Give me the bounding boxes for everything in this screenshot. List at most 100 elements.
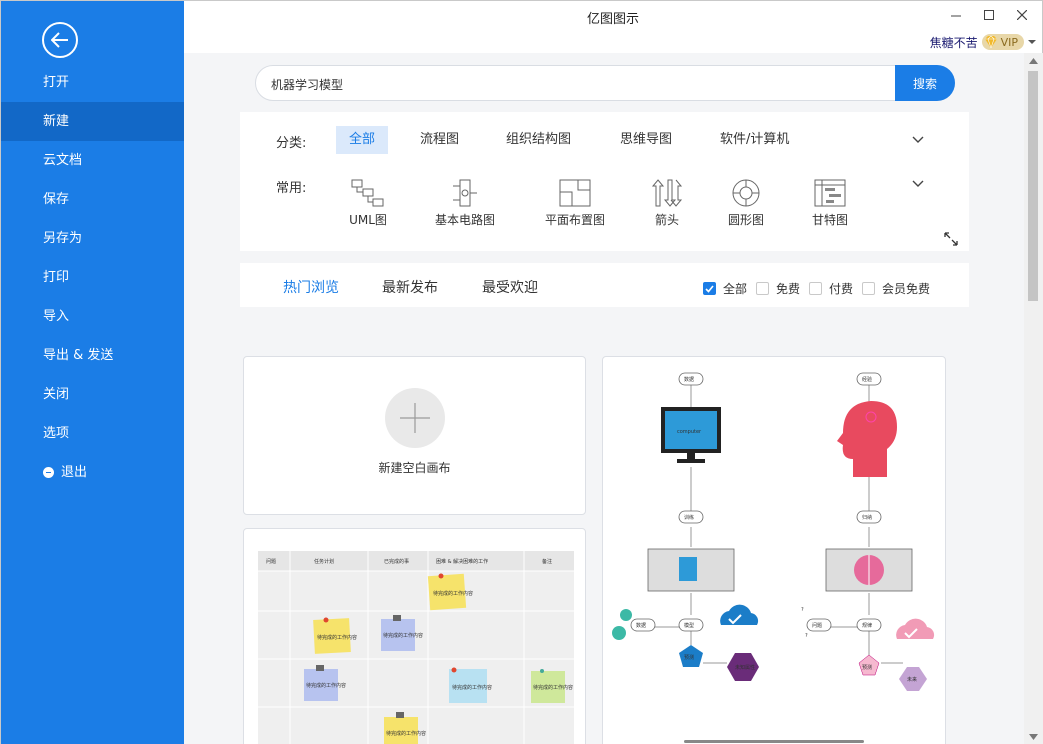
kanban-header: 已完成的事: [384, 558, 409, 565]
sort-tab[interactable]: 最受欢迎: [482, 277, 538, 297]
template-label: UML图: [349, 213, 387, 227]
sidebar-item-label: 打印: [43, 270, 70, 285]
kanban-header: 任务计划: [314, 558, 334, 565]
filter-checkbox[interactable]: 付费: [809, 280, 853, 297]
template-circuit[interactable]: 基本电路图: [420, 178, 510, 228]
new-blank-card[interactable]: 新建空白画布: [243, 356, 586, 515]
svg-text:待完成的工作内容: 待完成的工作内容: [306, 682, 346, 689]
sidebar-item[interactable]: 导入: [1, 297, 184, 336]
checkbox-icon[interactable]: [703, 282, 716, 295]
vip-badge[interactable]: VIP: [981, 34, 1024, 50]
back-button[interactable]: [42, 22, 78, 58]
sidebar-item[interactable]: 新建: [1, 102, 184, 141]
add-button[interactable]: [385, 388, 445, 448]
scrollbar-thumb[interactable]: [1028, 71, 1038, 301]
template-label: 圆形图: [727, 213, 764, 227]
kanban-header: 问题: [266, 558, 276, 565]
expand-icon[interactable]: [943, 231, 959, 247]
svg-text:待完成的工作内容: 待完成的工作内容: [533, 684, 573, 691]
search-input[interactable]: 机器学习模型: [271, 76, 343, 93]
sort-tab[interactable]: 热门浏览: [283, 277, 339, 297]
horizontal-scrollbar[interactable]: [684, 740, 864, 743]
template-circle[interactable]: 圆形图: [701, 178, 791, 228]
ml-left-column: 数据 computer 训练 数据 模型 预测 未知属性: [612, 372, 759, 681]
template-gantt[interactable]: 甘特图: [785, 178, 875, 228]
template-uml[interactable]: UML图: [323, 178, 413, 228]
svg-text:?: ?: [801, 607, 804, 613]
sidebar-item[interactable]: 保存: [1, 180, 184, 219]
chevron-down-icon[interactable]: [911, 177, 925, 191]
close-button[interactable]: [1012, 6, 1032, 24]
circle-diagram-icon: [732, 179, 760, 207]
chevron-down-icon[interactable]: [911, 133, 925, 147]
template-label: 基本电路图: [434, 213, 495, 227]
svg-text:待完成的工作内容: 待完成的工作内容: [383, 632, 423, 639]
category-item[interactable]: 流程图: [407, 126, 472, 154]
category-item[interactable]: 组织结构图: [493, 126, 584, 154]
maximize-button[interactable]: [979, 6, 999, 24]
template-card-kanban[interactable]: 问题 任务计划 已完成的事 困难 & 解决困难的工作 备注 待完成的工作内容 待…: [243, 528, 586, 744]
sidebar-item[interactable]: 云文档: [1, 141, 184, 180]
checkbox-icon[interactable]: [756, 282, 769, 295]
plus-icon: [400, 403, 430, 433]
search-bar[interactable]: 机器学习模型 搜索: [255, 65, 955, 101]
template-card-ml-model[interactable]: 数据 computer 训练 数据 模型 预测 未知属性 经验 归纳 ? ? 问…: [602, 356, 946, 744]
filter-label: 会员免费: [882, 282, 931, 296]
sidebar-item-label: 打开: [43, 75, 70, 90]
sidebar-item[interactable]: 关闭: [1, 375, 184, 414]
sidebar-item[interactable]: 退出: [1, 453, 184, 492]
vertical-scrollbar[interactable]: [1024, 53, 1043, 744]
sidebar-item[interactable]: 另存为: [1, 219, 184, 258]
sidebar-item-label: 退出: [61, 465, 88, 480]
checkbox-icon[interactable]: [862, 282, 875, 295]
sidebar-item[interactable]: 导出 & 发送: [1, 336, 184, 375]
category-item[interactable]: 思维导图: [607, 126, 685, 154]
filter-label: 免费: [776, 282, 801, 296]
maximize-icon: [984, 10, 994, 20]
sidebar-item[interactable]: 选项: [1, 414, 184, 453]
svg-text:预测: 预测: [862, 664, 872, 671]
exit-icon: [43, 467, 54, 478]
app-window: 打开 新建 云文档 保存 另存为 打印 导入 导出 & 发送 关闭 选项 退出 亿图图示 焦糖不苦 …: [0, 0, 1043, 744]
user-name[interactable]: 焦糖不苦: [930, 34, 978, 51]
filter-checkbox[interactable]: 免费: [756, 280, 800, 297]
filter-checkbox[interactable]: 全部: [703, 280, 747, 297]
ml-model-thumbnail: 数据 computer 训练 数据 模型 预测 未知属性 经验 归纳 ? ? 问…: [612, 372, 935, 691]
svg-text:待完成的工作内容: 待完成的工作内容: [433, 590, 473, 597]
search-button[interactable]: 搜索: [895, 65, 955, 101]
sidebar-item-label: 选项: [43, 426, 70, 441]
main-content: 机器学习模型 搜索 分类: 全部 流程图 组织结构图 思维导图 软件/计算机 常用: U…: [184, 53, 1024, 744]
scroll-up-icon[interactable]: [1029, 58, 1038, 64]
title-bar: 亿图图示: [184, 1, 1042, 31]
template-arrow[interactable]: 箭头: [622, 178, 712, 228]
circuit-icon: [453, 179, 477, 207]
sidebar-item[interactable]: 打开: [1, 63, 184, 102]
svg-text:待完成的工作内容: 待完成的工作内容: [386, 730, 426, 737]
category-item[interactable]: 全部: [336, 126, 389, 154]
checkbox-icon[interactable]: [809, 282, 822, 295]
svg-text:归纳: 归纳: [862, 514, 872, 521]
file-sidebar: 打开新建 云文档 保存 另存为打印导入导出 & 发送关闭选项退出: [1, 1, 184, 744]
svg-text:?: ?: [805, 633, 808, 639]
minimize-button[interactable]: [946, 6, 966, 24]
svg-text:数据: 数据: [636, 622, 646, 629]
floorplan-icon: [559, 179, 591, 207]
sidebar-menu: 打开新建 云文档 保存 另存为打印导入导出 & 发送关闭选项退出: [1, 63, 184, 492]
close-icon: [1017, 10, 1027, 20]
template-label: 平面布置图: [544, 213, 605, 227]
sidebar-item[interactable]: 打印: [1, 258, 184, 297]
uml-icon: [351, 179, 384, 207]
svg-text:未知属性: 未知属性: [735, 664, 755, 671]
svg-text:computer: computer: [677, 429, 702, 435]
svg-text:模型: 模型: [684, 622, 694, 629]
category-item[interactable]: 软件/计算机: [707, 126, 802, 154]
dropdown-arrow-icon[interactable]: [1028, 39, 1036, 45]
filter-label: 付费: [829, 282, 854, 296]
sort-tab[interactable]: 最新发布: [382, 277, 438, 297]
sidebar-item-label: 导出 & 发送: [43, 348, 114, 363]
template-floorplan[interactable]: 平面布置图: [530, 178, 620, 228]
arrow-shapes-icon: [651, 179, 683, 207]
filter-checkbox[interactable]: 会员免费: [862, 280, 930, 297]
scroll-down-icon[interactable]: [1029, 734, 1038, 740]
svg-text:待完成的工作内容: 待完成的工作内容: [452, 684, 492, 691]
